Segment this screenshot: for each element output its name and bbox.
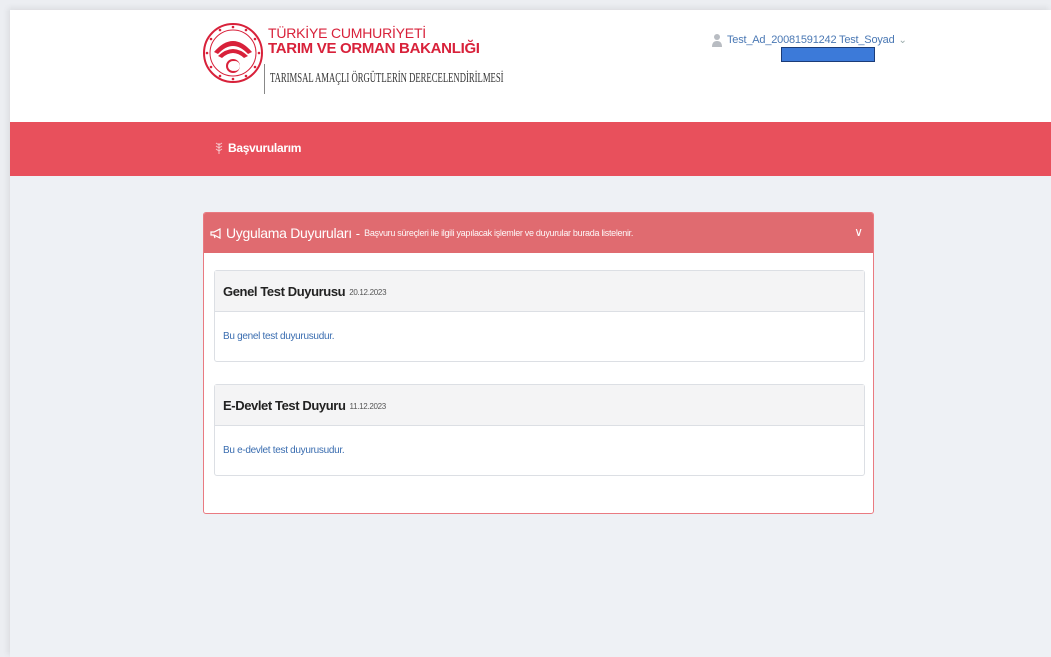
announcement-card-header: Genel Test Duyurusu 20.12.2023: [215, 271, 864, 312]
title-separator: -: [355, 225, 361, 241]
collapse-icon[interactable]: ∨: [854, 225, 863, 239]
announcements-header[interactable]: Uygulama Duyuruları - Başvuru süreçleri …: [204, 213, 873, 253]
announcement-card-body: Bu e-devlet test duyurusudur.: [215, 426, 864, 475]
announcement-body: Bu genel test duyurusudur.: [223, 331, 335, 342]
user-name: Test_Ad_20081591242 Test_Soyad: [727, 34, 895, 46]
nav-item-label: Başvurularım: [228, 141, 302, 155]
announcements-subtitle: Başvuru süreçleri ile ilgili yapılacak i…: [364, 228, 634, 238]
announcement-card: Genel Test Duyurusu 20.12.2023 Bu genel …: [214, 270, 865, 362]
app-name: TARIMSAL AMAÇLI ÖRGÜTLERİN DERECELENDİRİ…: [270, 71, 504, 86]
nav-item-basvurularim[interactable]: Başvurularım: [215, 141, 301, 155]
user-icon: [712, 34, 722, 47]
announcement-date: 20.12.2023: [349, 288, 387, 297]
wheat-icon: [215, 142, 223, 154]
top-header: TÜRKİYE CUMHURİYETİ TARIM VE ORMAN BAKAN…: [10, 10, 1051, 122]
ministry-logo[interactable]: [202, 22, 264, 84]
announcement-card: E-Devlet Test Duyuru 11.12.2023 Bu e-dev…: [214, 384, 865, 476]
main-navbar: Başvurularım: [10, 122, 1051, 176]
redaction-box: [781, 47, 875, 62]
megaphone-icon: [210, 227, 221, 239]
page: TÜRKİYE CUMHURİYETİ TARIM VE ORMAN BAKAN…: [10, 10, 1051, 657]
ministry-brand: TÜRKİYE CUMHURİYETİ TARIM VE ORMAN BAKAN…: [264, 25, 504, 94]
announcement-title: Genel Test Duyurusu: [223, 283, 346, 299]
ministry-line-2: TARIM VE ORMAN BAKANLIĞI: [268, 40, 480, 57]
user-menu[interactable]: Test_Ad_20081591242 Test_Soyad ⌄: [712, 33, 907, 47]
announcements-title: Uygulama Duyuruları: [226, 225, 352, 241]
announcement-card-header: E-Devlet Test Duyuru 11.12.2023: [215, 385, 864, 426]
chevron-down-icon: ⌄: [898, 34, 907, 46]
announcement-body: Bu e-devlet test duyurusudur.: [223, 445, 345, 456]
announcement-date: 11.12.2023: [349, 402, 387, 411]
announcement-title: E-Devlet Test Duyuru: [223, 397, 346, 413]
ministry-line-1: TÜRKİYE CUMHURİYETİ: [268, 25, 426, 41]
announcements-panel: Uygulama Duyuruları - Başvuru süreçleri …: [203, 212, 874, 514]
announcement-card-body: Bu genel test duyurusudur.: [215, 312, 864, 361]
brand-divider: [264, 64, 265, 94]
